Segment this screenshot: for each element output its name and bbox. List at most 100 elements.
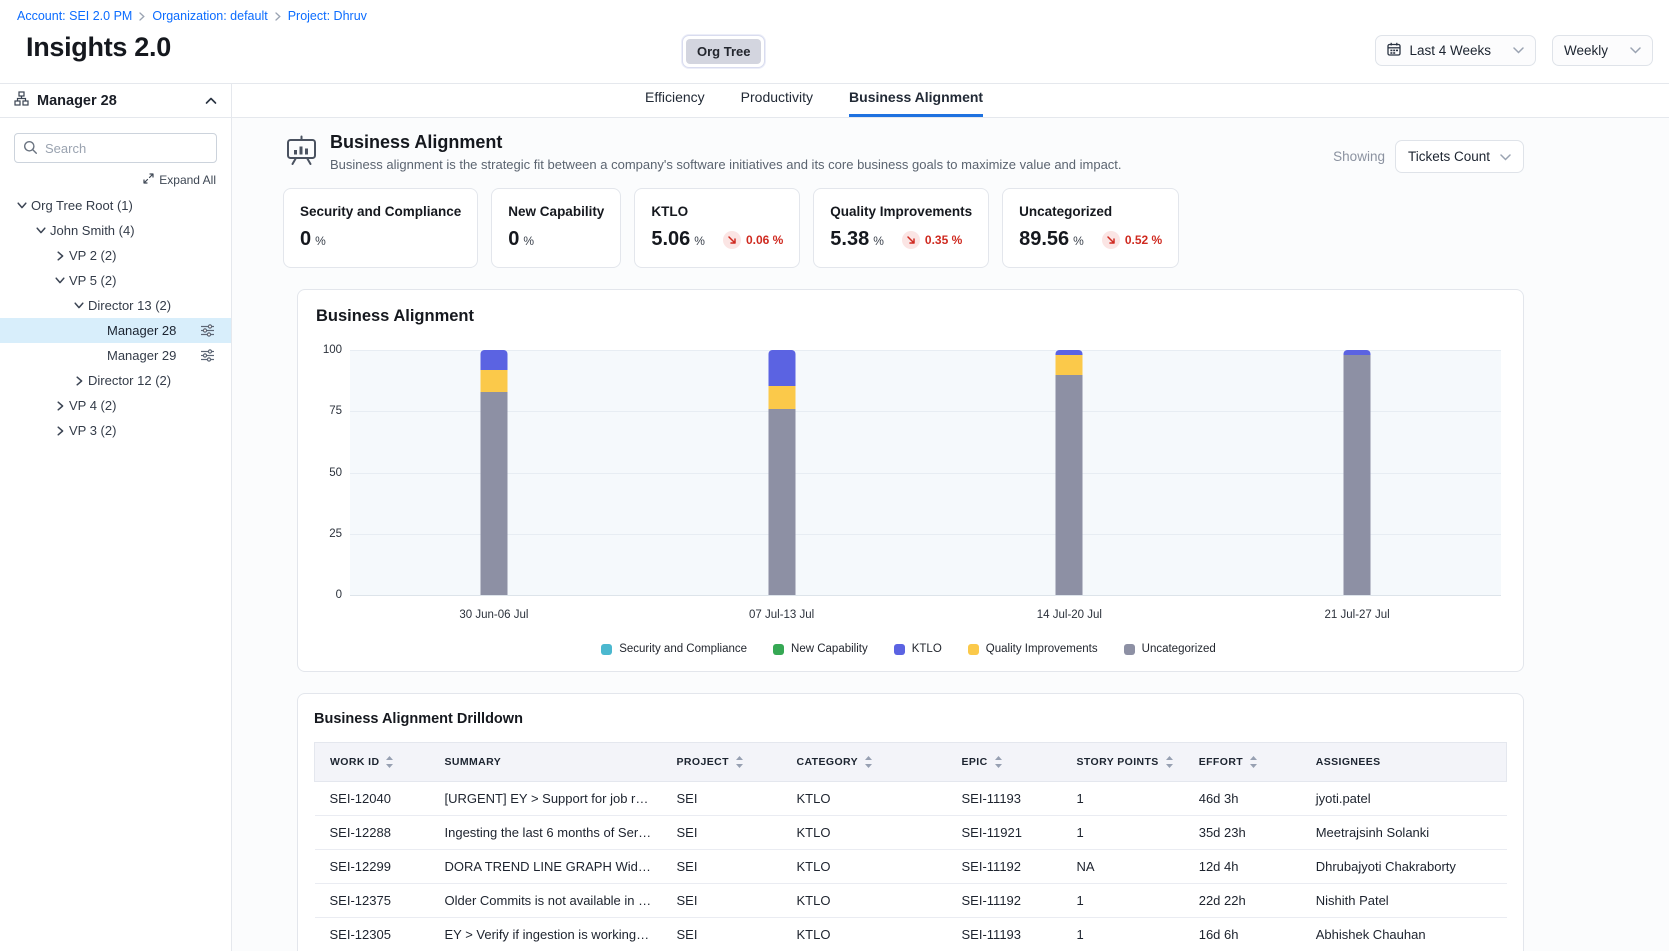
y-axis: 0255075100 xyxy=(316,350,350,595)
sort-icon[interactable] xyxy=(1165,755,1174,769)
breadcrumb-separator-icon xyxy=(139,12,145,21)
bar-segment-ktlo[interactable] xyxy=(768,350,795,386)
tree-item-vp-4-2[interactable]: VP 4 (2) xyxy=(0,393,231,418)
gridline xyxy=(350,595,1501,596)
column-header-story-points[interactable]: STORY POINTS xyxy=(1062,743,1184,782)
legend-label: Uncategorized xyxy=(1142,643,1216,655)
y-axis-tick: 100 xyxy=(323,344,342,356)
stacked-bar-30-jun-06-jul[interactable] xyxy=(480,350,507,595)
kpi-delta-text: 0.06 % xyxy=(746,233,783,247)
bar-segment-uncategorized[interactable] xyxy=(1056,375,1083,596)
sort-icon[interactable] xyxy=(1249,755,1258,769)
legend-item-new-capability[interactable]: New Capability xyxy=(773,643,868,655)
chevron-right-icon[interactable] xyxy=(51,401,69,411)
cell-story-points: NA xyxy=(1062,850,1184,884)
section-description: Business alignment is the strategic fit … xyxy=(330,157,1333,172)
org-tree-button[interactable]: Org Tree xyxy=(686,39,761,64)
time-range-select[interactable]: Last 4 Weeks xyxy=(1375,35,1536,66)
kpi-card-unit: % xyxy=(523,234,534,248)
bar-segment-uncategorized[interactable] xyxy=(768,409,795,595)
sort-icon[interactable] xyxy=(994,755,1003,769)
chevron-right-icon[interactable] xyxy=(51,251,69,261)
tab-productivity[interactable]: Productivity xyxy=(741,89,813,117)
tab-business-alignment[interactable]: Business Alignment xyxy=(849,89,983,117)
chevron-down-icon xyxy=(1513,47,1524,54)
stacked-bar-14-jul-20-jul[interactable] xyxy=(1056,350,1083,595)
table-row[interactable]: SEI-12040[URGENT] EY > Support for job r… xyxy=(315,782,1507,816)
collapse-sidebar-icon[interactable] xyxy=(205,92,217,110)
presentation-chart-icon xyxy=(283,133,320,170)
sort-icon[interactable] xyxy=(385,755,394,769)
chevron-right-icon[interactable] xyxy=(51,426,69,436)
chevron-down-icon[interactable] xyxy=(13,202,31,209)
bar-segment-quality-improvements[interactable] xyxy=(480,370,507,392)
table-row[interactable]: SEI-12305EY > Verify if ingestion is wor… xyxy=(315,918,1507,951)
legend-label: New Capability xyxy=(791,643,868,655)
sort-icon[interactable] xyxy=(735,755,744,769)
breadcrumb-link[interactable]: Project: Dhruv xyxy=(288,9,367,23)
legend-item-ktlo[interactable]: KTLO xyxy=(894,643,942,655)
chevron-down-icon[interactable] xyxy=(32,227,50,234)
showing-select[interactable]: Tickets Count xyxy=(1395,140,1524,173)
chevron-right-icon[interactable] xyxy=(70,376,88,386)
chevron-down-icon[interactable] xyxy=(70,302,88,309)
tree-item-vp-5-2[interactable]: VP 5 (2) xyxy=(0,268,231,293)
legend-item-uncategorized[interactable]: Uncategorized xyxy=(1124,643,1216,655)
chevron-down-icon xyxy=(1500,149,1511,164)
table-row[interactable]: SEI-12375Older Commits is not available … xyxy=(315,884,1507,918)
legend-item-security-and-compliance[interactable]: Security and Compliance xyxy=(601,643,747,655)
tree-item-vp-3-2[interactable]: VP 3 (2) xyxy=(0,418,231,443)
tree-item-director-13-2[interactable]: Director 13 (2) xyxy=(0,293,231,318)
tree-item-manager-28[interactable]: Manager 28 xyxy=(0,318,231,343)
column-label: EPIC xyxy=(962,756,988,768)
table-row[interactable]: SEI-12299DORA TREND LINE GRAPH Widgets i… xyxy=(315,850,1507,884)
table-row[interactable]: SEI-12288Ingesting the last 6 months of … xyxy=(315,816,1507,850)
column-header-epic[interactable]: EPIC xyxy=(947,743,1062,782)
x-axis-label: 07 Jul-13 Jul xyxy=(638,609,926,621)
sliders-filter-icon[interactable] xyxy=(197,324,217,337)
column-header-work-id[interactable]: WORK ID xyxy=(315,743,430,782)
bar-segment-uncategorized[interactable] xyxy=(480,392,507,595)
column-label: ASSIGNEES xyxy=(1316,756,1381,768)
cell-story-points: 1 xyxy=(1062,782,1184,816)
sort-icon[interactable] xyxy=(864,755,873,769)
tree-item-org-tree-root-1[interactable]: Org Tree Root (1) xyxy=(0,193,231,218)
kpi-card-title: Quality Improvements xyxy=(830,204,972,219)
tab-efficiency[interactable]: Efficiency xyxy=(645,89,705,117)
legend-swatch xyxy=(773,644,784,655)
chevron-down-icon[interactable] xyxy=(51,277,69,284)
tree-item-director-12-2[interactable]: Director 12 (2) xyxy=(0,368,231,393)
column-header-category[interactable]: CATEGORY xyxy=(782,743,947,782)
x-axis-label: 21 Jul-27 Jul xyxy=(1213,609,1501,621)
stacked-bar-21-jul-27-jul[interactable] xyxy=(1344,350,1371,595)
breadcrumb-link[interactable]: Account: SEI 2.0 PM xyxy=(17,9,132,23)
cell-epic: SEI-11921 xyxy=(947,816,1062,850)
search-input[interactable] xyxy=(14,133,217,163)
cell-category: KTLO xyxy=(782,782,947,816)
bar-segment-quality-improvements[interactable] xyxy=(768,386,795,409)
y-axis-tick: 25 xyxy=(329,528,342,540)
legend-item-quality-improvements[interactable]: Quality Improvements xyxy=(968,643,1098,655)
column-header-effort[interactable]: EFFORT xyxy=(1184,743,1301,782)
column-header-project[interactable]: PROJECT xyxy=(662,743,782,782)
breadcrumb-link[interactable]: Organization: default xyxy=(152,9,267,23)
bar-segment-uncategorized[interactable] xyxy=(1344,355,1371,595)
expand-all-link[interactable]: Expand All xyxy=(0,173,216,187)
column-label: EFFORT xyxy=(1199,756,1243,768)
cell-project: SEI xyxy=(662,884,782,918)
search-icon xyxy=(23,140,38,160)
granularity-select[interactable]: Weekly xyxy=(1552,35,1653,66)
bar-segment-quality-improvements[interactable] xyxy=(1056,355,1083,375)
tree-item-manager-29[interactable]: Manager 29 xyxy=(0,343,231,368)
stacked-bar-07-jul-13-jul[interactable] xyxy=(768,350,795,595)
bar-slot xyxy=(926,350,1214,595)
tree-item-john-smith-4[interactable]: John Smith (4) xyxy=(0,218,231,243)
bar-segment-ktlo[interactable] xyxy=(1344,350,1371,355)
bar-segment-ktlo[interactable] xyxy=(1056,350,1083,355)
bar-segment-ktlo[interactable] xyxy=(480,350,507,370)
kpi-card-unit: % xyxy=(694,234,705,248)
kpi-card-unit: % xyxy=(873,234,884,248)
tree-item-vp-2-2[interactable]: VP 2 (2) xyxy=(0,243,231,268)
sliders-filter-icon[interactable] xyxy=(197,349,217,362)
time-range-value: Last 4 Weeks xyxy=(1409,43,1491,58)
